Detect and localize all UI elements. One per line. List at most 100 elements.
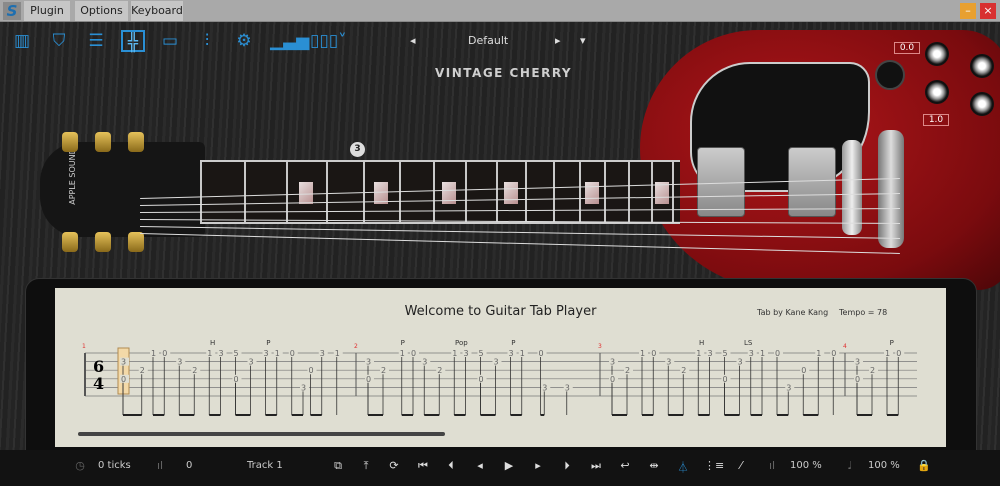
strum-sliders-icon[interactable]: ☰ (84, 30, 108, 52)
tone-knob-2[interactable] (970, 92, 994, 116)
bridge-pickup (788, 147, 836, 217)
fret (553, 162, 556, 222)
close-button[interactable]: × (980, 3, 996, 19)
fret-marker-badge: 3 (350, 142, 365, 157)
tab-note: 0 (775, 349, 780, 358)
ticks-readout: 0 ticks (98, 460, 131, 471)
pickup-selector-switch[interactable] (875, 60, 905, 90)
technique-label: LS (744, 339, 753, 347)
tab-note: 5 (723, 349, 728, 358)
guitar-pick-icon[interactable]: ⛉ (47, 30, 71, 52)
playhead-cursor (117, 347, 130, 395)
tab-note: 3 (494, 358, 499, 367)
tuner-peg[interactable] (128, 132, 144, 152)
headstock (40, 142, 205, 237)
fret (465, 162, 468, 222)
tuner-peg[interactable] (128, 232, 144, 252)
columns-icon[interactable]: ▯▯▯˅ (310, 30, 347, 52)
tab-note: 1 (885, 349, 890, 358)
brand-title: VINTAGE CHERRY (435, 66, 573, 80)
tab-note: 3 (738, 358, 743, 367)
tab-note: 1 (151, 349, 156, 358)
skip-end-icon[interactable]: ⏭ (588, 459, 604, 473)
tone-knob[interactable] (970, 54, 994, 78)
loop-icon[interactable]: ⟳ (386, 459, 402, 472)
track-selector[interactable]: Track 1 (247, 460, 283, 471)
tab-note: 2 (681, 366, 686, 375)
split-icon[interactable]: ⇹ (646, 459, 662, 472)
readout-top: 0.0 (894, 42, 920, 54)
metronome-icon[interactable]: ⏃ (675, 459, 691, 475)
readout-bottom: 1.0 (923, 114, 949, 126)
prev-measure-icon[interactable]: ⏴ (443, 459, 459, 473)
play-icon[interactable]: ▶ (501, 459, 517, 472)
technique-label: Pop (455, 339, 468, 347)
tab-note: 2 (870, 366, 875, 375)
tab-staff[interactable]: 6413021 0321 3 5033 1 0033 1H P 23021 0321 3 5033 1 0… (55, 288, 946, 428)
preset-name[interactable]: Default (468, 34, 508, 47)
tab-note: 5 (479, 349, 484, 358)
tab-note: 0 (366, 375, 371, 384)
skip-start-icon[interactable]: ⏮ (415, 459, 431, 473)
time-signature-bottom: 4 (93, 374, 104, 393)
mixer-icon[interactable]: ⫶ (195, 30, 219, 52)
volume-knob[interactable] (925, 42, 949, 66)
tuner-peg[interactable] (95, 232, 111, 252)
horizontal-scrollbar[interactable] (78, 432, 445, 436)
tuner-peg[interactable] (62, 232, 78, 252)
tab-note: 2 (625, 366, 630, 375)
tab-note: 0 (539, 349, 544, 358)
tab-note: 0 (234, 375, 239, 384)
menu-plugin[interactable]: Plugin (24, 1, 70, 21)
tempo-edit-icon[interactable]: ⁄ (733, 459, 749, 472)
count-in-icon[interactable]: ⋮≡ (704, 459, 724, 472)
window-icon[interactable]: ▭ (158, 30, 182, 52)
menu-bar: S Plugin Options Keyboard – × (0, 0, 1000, 22)
menu-keyboard[interactable]: Keyboard (131, 1, 183, 21)
tuner-peg[interactable] (95, 132, 111, 152)
lock-icon[interactable]: 🔒 (916, 459, 932, 472)
tab-note: 0 (896, 349, 901, 358)
volume-knob-2[interactable] (925, 80, 949, 104)
fretboard[interactable] (200, 160, 680, 224)
preset-menu-button[interactable]: ▾ (580, 34, 586, 47)
equalizer-icon[interactable]: ▁▃▅ (270, 30, 309, 52)
preset-prev-button[interactable]: ◂ (410, 34, 416, 47)
menu-options[interactable]: Options (75, 1, 128, 21)
next-measure-icon[interactable]: ⏵ (559, 459, 575, 473)
tab-note: 3 (177, 358, 182, 367)
fret (496, 162, 499, 222)
fret (325, 162, 328, 222)
step-back-icon[interactable]: ◂ (472, 459, 488, 472)
minimize-button[interactable]: – (960, 3, 976, 19)
technique-label: P (401, 339, 405, 347)
tab-note: 3 (464, 349, 469, 358)
speed-percent[interactable]: 100 % (868, 460, 900, 471)
copy-icon[interactable]: ⧉ (330, 459, 346, 473)
volume-percent[interactable]: 100 % (790, 460, 822, 471)
fret (525, 162, 528, 222)
clock-icon: ◷ (75, 459, 85, 472)
tab-note: 3 (565, 383, 570, 392)
tuner-peg[interactable] (62, 132, 78, 152)
gear-icon[interactable]: ⚙ (232, 30, 256, 52)
tab-note: 3 (249, 358, 254, 367)
repeat-icon[interactable]: ↩ (617, 459, 633, 472)
measure-number: 2 (354, 343, 358, 350)
step-forward-icon[interactable]: ▸ (530, 459, 546, 472)
tab-note: 1 (400, 349, 405, 358)
tab-note: 0 (651, 349, 656, 358)
tab-note: 3 (301, 383, 306, 392)
piano-icon[interactable]: ▥ (10, 30, 34, 52)
fret (628, 162, 631, 222)
export-icon[interactable]: ⤒ (358, 459, 374, 473)
tab-note: 1 (640, 349, 645, 358)
tab-note: 1 (207, 349, 212, 358)
tab-note: 3 (366, 358, 371, 367)
tab-note: 0 (723, 375, 728, 384)
tab-note: 3 (509, 349, 514, 358)
tab-note: 0 (855, 375, 860, 384)
fx-grid-icon[interactable]: ╬ (121, 30, 145, 53)
preset-next-button[interactable]: ▸ (555, 34, 561, 47)
tab-note: 5 (234, 349, 239, 358)
